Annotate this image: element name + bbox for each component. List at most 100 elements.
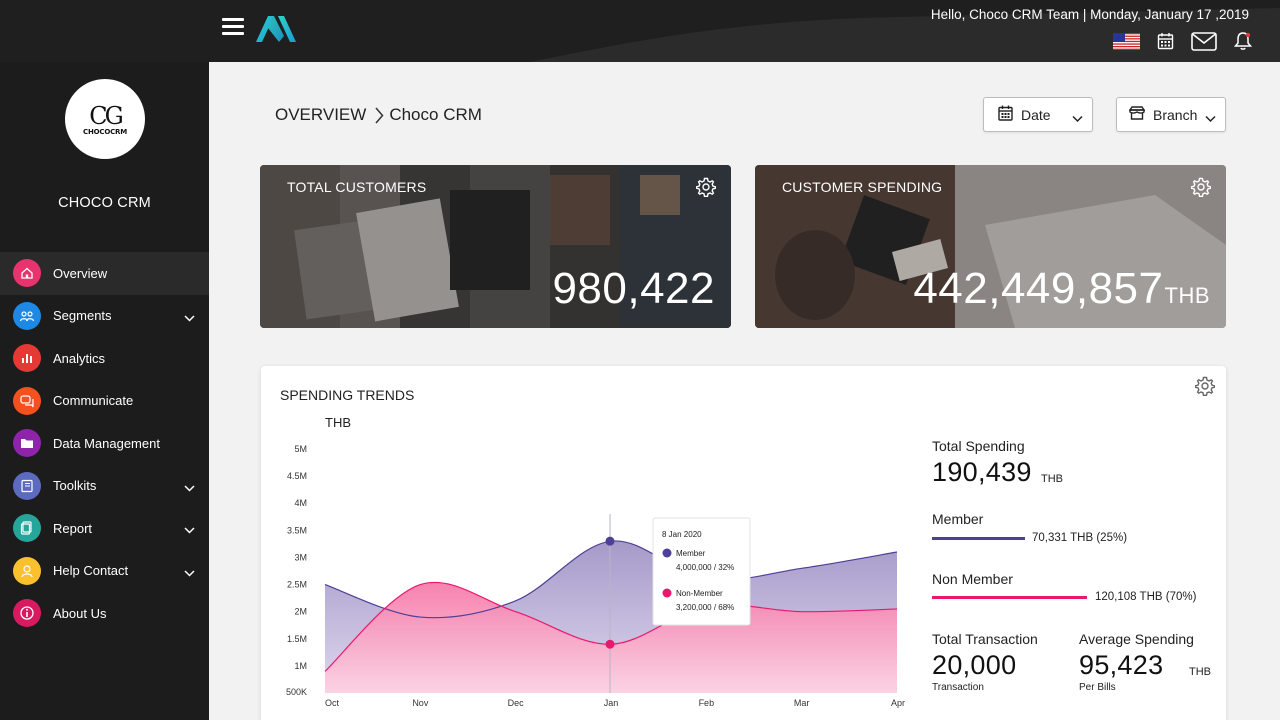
- chevron-down-icon: [1072, 110, 1083, 126]
- sidebar-item-label: Report: [53, 520, 93, 536]
- document-icon: [13, 514, 41, 543]
- total-spending-value: 190,439: [932, 457, 1032, 487]
- sidebar-item-label: Analytics: [53, 350, 106, 366]
- member-value: 70,331 THB (25%): [1032, 532, 1128, 544]
- top-icons: [1113, 31, 1252, 51]
- date-filter-button[interactable]: Date: [983, 97, 1093, 132]
- member-highlight-point: [605, 536, 615, 546]
- sidebar-item-label: Toolkits: [53, 478, 97, 494]
- x-tick-label: Apr: [891, 698, 905, 708]
- sidebar-item-overview[interactable]: Overview: [0, 252, 209, 295]
- spending-trends-card: SPENDING TRENDS THB 5M 4.5M 4M 3.5M 3M 2.5M 2M 1…: [261, 366, 1226, 720]
- nonmember-highlight-point: [605, 639, 615, 649]
- sidebar-item-segments[interactable]: Segments: [0, 295, 209, 338]
- customer-spending-unit: THB: [1164, 283, 1210, 308]
- menu-icon[interactable]: [222, 18, 244, 36]
- sidebar-item-toolkits[interactable]: Toolkits: [0, 465, 209, 508]
- sidebar-item-help-contact[interactable]: Help Contact: [0, 550, 209, 593]
- gear-icon[interactable]: [1190, 177, 1212, 201]
- sidebar-item-label: Help Contact: [53, 563, 129, 579]
- x-tick-label: Dec: [508, 698, 525, 708]
- breadcrumb-current: Choco CRM: [389, 105, 482, 124]
- y-tick-label: 3M: [294, 552, 307, 562]
- spending-trends-chart[interactable]: THB 5M 4.5M 4M 3.5M 3M 2.5M 2M 1.5M 1M 500K Oct Nov D…: [261, 366, 921, 720]
- total-spending-unit: THB: [1041, 473, 1063, 485]
- chevron-right-icon: [374, 107, 384, 124]
- chevron-down-icon: [1205, 110, 1216, 126]
- sidebar-item-label: Segments: [53, 308, 112, 324]
- brand-logo-subtext: CHOCOCRM: [83, 127, 127, 136]
- y-tick-label: 4M: [294, 498, 307, 508]
- home-icon: [13, 259, 41, 288]
- help-icon: [13, 556, 41, 585]
- sidebar-item-data-management[interactable]: Data Management: [0, 422, 209, 465]
- customer-spending-value: 442,449,857 THB: [913, 264, 1210, 314]
- brand-name: CHOCO CRM: [58, 195, 151, 211]
- y-tick-label: 2.5M: [287, 580, 307, 590]
- brand-logo[interactable]: CG CHOCOCRM: [65, 79, 145, 159]
- gear-icon[interactable]: [1194, 376, 1216, 400]
- customer-spending-title: CUSTOMER SPENDING: [782, 179, 943, 195]
- chevron-down-icon[interactable]: [184, 565, 195, 580]
- y-tick-label: 2M: [294, 607, 307, 617]
- sidebar-item-analytics[interactable]: Analytics: [0, 337, 209, 380]
- average-spending-label: Average Spending: [1079, 631, 1194, 647]
- calendar-icon[interactable]: [1157, 32, 1174, 50]
- sidebar-item-label: Overview: [53, 265, 108, 281]
- total-transaction-label: Total Transaction: [932, 631, 1038, 647]
- calendar-icon: [998, 105, 1013, 124]
- nonmember-bar: [932, 596, 1087, 599]
- sidebar-item-about-us[interactable]: About Us: [0, 592, 209, 635]
- tooltip-date: 8 Jan 2020: [662, 530, 702, 539]
- total-transaction-value: 20,000: [932, 650, 1017, 680]
- info-icon: [13, 599, 41, 628]
- us-flag-icon[interactable]: [1113, 32, 1140, 50]
- sidebar-nav: Overview Segments Analytics Communicate Data…: [0, 252, 209, 635]
- average-spending-sub: Per Bills: [1079, 682, 1116, 693]
- sidebar-item-communicate[interactable]: Communicate: [0, 380, 209, 423]
- tooltip-nonmember-dot: [662, 588, 672, 598]
- sidebar-item-report[interactable]: Report: [0, 507, 209, 550]
- bell-icon[interactable]: [1234, 31, 1252, 51]
- chat-icon: [13, 386, 41, 415]
- total-customers-card[interactable]: TOTAL CUSTOMERS 980,422: [260, 165, 731, 328]
- sidebar-item-label: Communicate: [53, 393, 134, 409]
- mail-icon[interactable]: [1191, 31, 1217, 51]
- x-tick-label: Mar: [794, 698, 810, 708]
- breadcrumb: OVERVIEW Choco CRM: [275, 105, 482, 125]
- member-label: Member: [932, 511, 984, 527]
- customer-spending-number: 442,449,857: [913, 264, 1164, 313]
- sidebar: CG CHOCOCRM CHOCO CRM Overview Segments An…: [0, 62, 209, 720]
- tooltip-member-label: Member: [676, 549, 706, 558]
- branch-filter-label: Branch: [1153, 106, 1198, 123]
- chevron-down-icon[interactable]: [184, 522, 195, 537]
- nonmember-value: 120,108 THB (70%): [1095, 591, 1197, 603]
- chevron-down-icon[interactable]: [184, 480, 195, 495]
- average-spending-value: 95,423: [1079, 650, 1164, 680]
- tooltip-nonmember-value: 3,200,000 / 68%: [676, 603, 734, 612]
- store-icon: [1128, 106, 1146, 123]
- top-bar: Hello, Choco CRM Team | Monday, January …: [0, 0, 1280, 62]
- brand-logo-mark: CG: [89, 101, 124, 130]
- y-tick-label: 3.5M: [287, 525, 307, 535]
- sidebar-item-label: Data Management: [53, 435, 160, 451]
- tooltip-nonmember-label: Non-Member: [676, 589, 723, 598]
- x-tick-label: Feb: [699, 698, 715, 708]
- branch-filter-button[interactable]: Branch: [1116, 97, 1226, 132]
- y-tick-label: 5M: [294, 444, 307, 454]
- date-filter-label: Date: [1021, 106, 1051, 123]
- total-customers-title: TOTAL CUSTOMERS: [287, 179, 427, 195]
- book-icon: [13, 471, 41, 500]
- chevron-down-icon[interactable]: [184, 310, 195, 325]
- total-transaction-sub: Transaction: [932, 682, 984, 693]
- breadcrumb-root[interactable]: OVERVIEW: [275, 105, 366, 125]
- y-tick-label: 1M: [294, 661, 307, 671]
- tooltip-member-dot: [662, 548, 672, 558]
- total-customers-number: 980,422: [552, 264, 715, 313]
- customer-spending-card[interactable]: CUSTOMER SPENDING 442,449,857 THB: [755, 165, 1226, 328]
- app-logo-icon[interactable]: [254, 12, 298, 44]
- gear-icon[interactable]: [695, 177, 717, 201]
- y-tick-label: 1.5M: [287, 634, 307, 644]
- tooltip-member-value: 4,000,000 / 32%: [676, 563, 734, 572]
- x-tick-label: Jan: [604, 698, 619, 708]
